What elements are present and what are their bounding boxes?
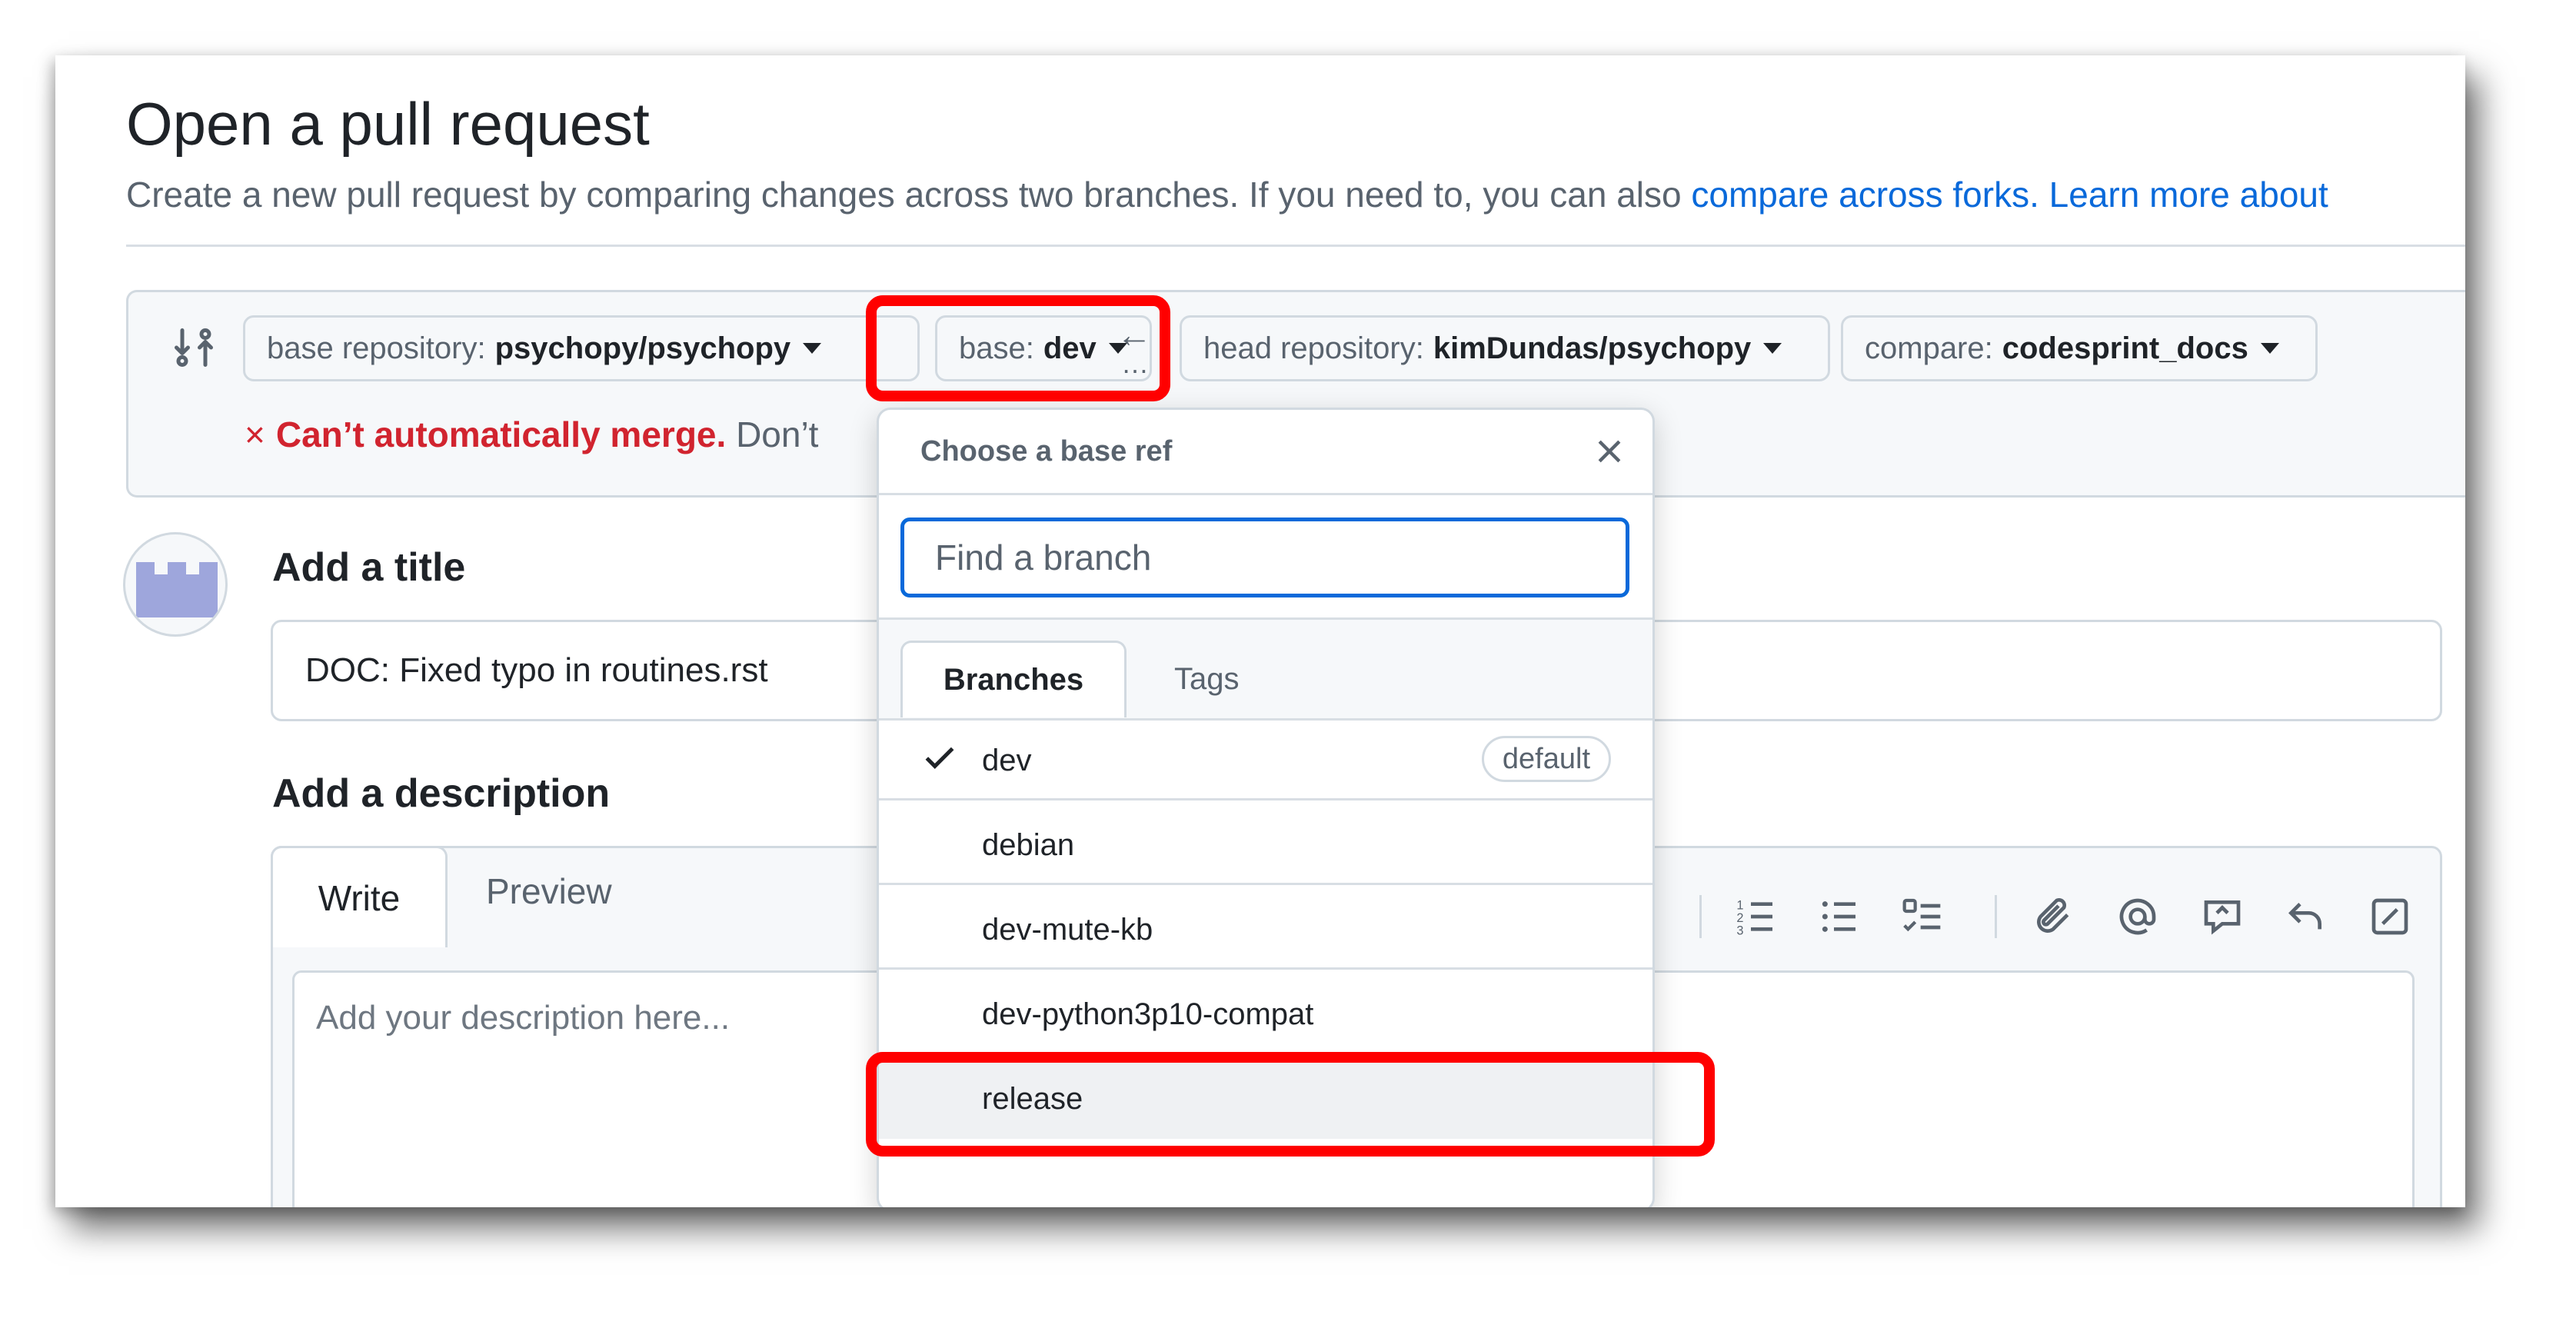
task-list-icon[interactable] [1901, 895, 1944, 938]
base-repository-value: psychopy/psychopy [494, 331, 791, 365]
compare-branch-label: compare: [1865, 331, 1993, 365]
branch-search-input[interactable]: Find a branch [900, 518, 1629, 597]
compare-branch-value: codesprint_docs [2002, 331, 2248, 365]
description-heading: Add a description [272, 771, 611, 816]
caret-down-icon [1763, 343, 1782, 354]
default-badge: default [1481, 736, 1611, 782]
pull-request-page: Open a pull request Create a new pull re… [55, 55, 2465, 1207]
learn-more-link[interactable]: Learn more about [2049, 175, 2328, 215]
svg-text:2: 2 [1736, 911, 1743, 925]
merge-status-text: Can’t automatically merge. [275, 414, 727, 454]
branch-label: debian [982, 828, 1075, 862]
toolbar-divider [1699, 895, 1702, 938]
avatar-identicon [136, 562, 218, 617]
mention-icon[interactable] [2116, 895, 2159, 938]
branch-label: dev-mute-kb [982, 913, 1153, 947]
compare-icon [175, 328, 213, 367]
base-branch-highlight [866, 295, 1170, 401]
title-input-value: DOC: Fixed typo in routines.rst [305, 651, 768, 689]
dropdown-title: Choose a base ref [920, 434, 1173, 468]
head-repository-value: kimDundas/psychopy [1433, 331, 1752, 365]
dropdown-header: Choose a base ref [879, 410, 1652, 495]
branch-item-dev-mute-kb[interactable]: dev-mute-kb [879, 885, 1652, 970]
unordered-list-icon[interactable] [1818, 895, 1861, 938]
branch-item-dev-python3p10-compat[interactable]: dev-python3p10-compat [879, 970, 1652, 1054]
ordered-list-icon[interactable]: 123 [1735, 895, 1778, 938]
undo-icon[interactable] [2284, 895, 2327, 938]
svg-text:1: 1 [1736, 899, 1743, 913]
avatar [123, 532, 228, 637]
tab-preview[interactable]: Preview [486, 870, 612, 912]
branch-item-debian[interactable]: debian [879, 800, 1652, 885]
tab-branches[interactable]: Branches [900, 641, 1127, 717]
attach-icon[interactable] [2032, 895, 2075, 938]
page-title: Open a pull request [126, 90, 650, 158]
branch-label: dev-python3p10-compat [982, 997, 1314, 1031]
branch-search-placeholder: Find a branch [935, 538, 1152, 577]
head-repository-label: head repository: [1203, 331, 1424, 365]
tab-write[interactable]: Write [271, 846, 448, 947]
description-placeholder: Add your description here... [316, 999, 731, 1037]
x-icon: × [245, 414, 265, 454]
branch-label: dev [982, 744, 1032, 777]
branch-item-dev[interactable]: dev default [879, 716, 1652, 800]
toolbar-divider [1995, 895, 1997, 938]
compare-forks-link[interactable]: compare across forks. [1691, 175, 2039, 215]
title-heading: Add a title [272, 545, 466, 590]
caret-down-icon [803, 343, 822, 354]
divider [126, 245, 2465, 247]
reference-icon[interactable] [2201, 895, 2244, 938]
release-highlight [866, 1052, 1715, 1157]
merge-status: × Can’t automatically merge. Don’t [245, 414, 818, 455]
head-repository-button[interactable]: head repository: kimDundas/psychopy [1180, 315, 1830, 381]
base-repository-button[interactable]: base repository: psychopy/psychopy [243, 315, 920, 381]
slash-command-icon[interactable] [2368, 895, 2411, 938]
tab-tags[interactable]: Tags [1174, 662, 1240, 697]
svg-text:3: 3 [1736, 924, 1743, 937]
compare-branch-button[interactable]: compare: codesprint_docs [1841, 315, 2318, 381]
close-icon[interactable] [1593, 434, 1626, 468]
subtitle-text: Create a new pull request by comparing c… [126, 175, 1692, 215]
caret-down-icon [2260, 343, 2279, 354]
merge-hint-text: Don’t [736, 414, 819, 454]
base-repository-label: base repository: [267, 331, 486, 365]
check-icon [925, 747, 954, 769]
page-subtitle: Create a new pull request by comparing c… [126, 174, 2328, 215]
